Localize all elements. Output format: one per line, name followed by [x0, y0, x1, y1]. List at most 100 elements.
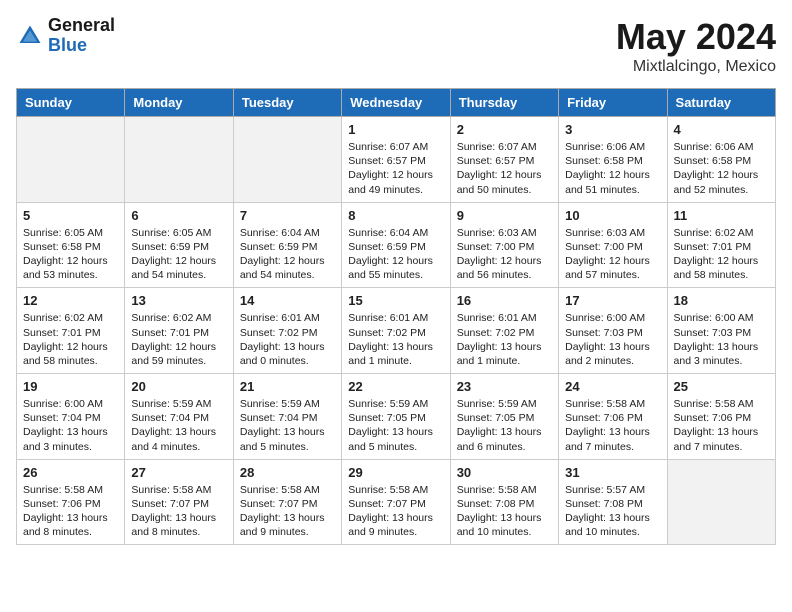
calendar-cell: 1Sunrise: 6:07 AM Sunset: 6:57 PM Daylig… [342, 117, 450, 203]
cell-info: Sunrise: 6:03 AM Sunset: 7:00 PM Dayligh… [565, 226, 660, 283]
cell-info: Sunrise: 6:06 AM Sunset: 6:58 PM Dayligh… [565, 140, 660, 197]
day-number: 31 [565, 465, 660, 480]
calendar-cell: 12Sunrise: 6:02 AM Sunset: 7:01 PM Dayli… [17, 288, 125, 374]
day-number: 5 [23, 208, 118, 223]
day-number: 9 [457, 208, 552, 223]
day-number: 8 [348, 208, 443, 223]
day-number: 2 [457, 122, 552, 137]
cell-info: Sunrise: 6:01 AM Sunset: 7:02 PM Dayligh… [457, 311, 552, 368]
calendar-week-row: 26 Sunrise: 5:58 AM Sunset: 7:06 PM Dayli… [17, 459, 776, 545]
logo-blue: Blue [48, 36, 115, 56]
cell-info: Sunrise: 6:02 AM Sunset: 7:01 PM Dayligh… [23, 311, 118, 368]
calendar-cell: 17 Sunrise: 6:00 AM Sunset: 7:03 PM Dayli… [559, 288, 667, 374]
day-number: 13 [131, 293, 226, 308]
cell-info: Sunrise: 6:07 AM Sunset: 6:57 PM Dayligh… [348, 140, 443, 197]
cell-info: Sunrise: 6:01 AM Sunset: 7:02 PM Dayligh… [240, 311, 335, 368]
day-number: 16 [457, 293, 552, 308]
cell-info: Sunrise: 6:00 AM Sunset: 7:03 PM Dayligh… [674, 311, 769, 368]
cell-info: Sunrise: 5:58 AM Sunset: 7:06 PM Dayligh… [23, 483, 118, 540]
calendar-week-row: 19 Sunrise: 6:00 AM Sunset: 7:04 PM Dayli… [17, 374, 776, 460]
cell-info: Sunrise: 5:58 AM Sunset: 7:07 PM Dayligh… [240, 483, 335, 540]
calendar-cell: 11Sunrise: 6:02 AM Sunset: 7:01 PM Dayli… [667, 202, 775, 288]
day-number: 17 [565, 293, 660, 308]
logo: General Blue [16, 16, 115, 56]
cell-info: Sunrise: 6:01 AM Sunset: 7:02 PM Dayligh… [348, 311, 443, 368]
calendar-cell: 20 Sunrise: 5:59 AM Sunset: 7:04 PM Dayli… [125, 374, 233, 460]
calendar-cell: 8 Sunrise: 6:04 AM Sunset: 6:59 PM Daylig… [342, 202, 450, 288]
cell-info: Sunrise: 6:04 AM Sunset: 6:59 PM Dayligh… [240, 226, 335, 283]
calendar-header-row: SundayMondayTuesdayWednesdayThursdayFrid… [17, 89, 776, 117]
calendar-cell: 31 Sunrise: 5:57 AM Sunset: 7:08 PM Dayli… [559, 459, 667, 545]
cell-info: Sunrise: 5:59 AM Sunset: 7:05 PM Dayligh… [457, 397, 552, 454]
calendar-week-row: 1Sunrise: 6:07 AM Sunset: 6:57 PM Daylig… [17, 117, 776, 203]
day-number: 27 [131, 465, 226, 480]
calendar-cell: 29Sunrise: 5:58 AM Sunset: 7:07 PM Dayli… [342, 459, 450, 545]
cell-info: Sunrise: 6:05 AM Sunset: 6:58 PM Dayligh… [23, 226, 118, 283]
weekday-header: Sunday [17, 89, 125, 117]
calendar-cell: 27 Sunrise: 5:58 AM Sunset: 7:07 PM Dayli… [125, 459, 233, 545]
day-number: 24 [565, 379, 660, 394]
calendar-cell [233, 117, 341, 203]
cell-info: Sunrise: 5:59 AM Sunset: 7:05 PM Dayligh… [348, 397, 443, 454]
day-number: 28 [240, 465, 335, 480]
cell-info: Sunrise: 6:00 AM Sunset: 7:03 PM Dayligh… [565, 311, 660, 368]
calendar-cell [667, 459, 775, 545]
day-number: 7 [240, 208, 335, 223]
calendar-cell: 18 Sunrise: 6:00 AM Sunset: 7:03 PM Dayli… [667, 288, 775, 374]
weekday-header: Saturday [667, 89, 775, 117]
calendar-cell: 21 Sunrise: 5:59 AM Sunset: 7:04 PM Dayli… [233, 374, 341, 460]
cell-info: Sunrise: 5:59 AM Sunset: 7:04 PM Dayligh… [240, 397, 335, 454]
location: Mixtlalcingo, Mexico [616, 58, 776, 76]
day-number: 21 [240, 379, 335, 394]
calendar-cell: 19 Sunrise: 6:00 AM Sunset: 7:04 PM Dayli… [17, 374, 125, 460]
day-number: 3 [565, 122, 660, 137]
month-year: May 2024 [616, 16, 776, 58]
weekday-header: Monday [125, 89, 233, 117]
cell-info: Sunrise: 5:58 AM Sunset: 7:06 PM Dayligh… [565, 397, 660, 454]
calendar-cell: 13Sunrise: 6:02 AM Sunset: 7:01 PM Dayli… [125, 288, 233, 374]
calendar-week-row: 5 Sunrise: 6:05 AM Sunset: 6:58 PM Daylig… [17, 202, 776, 288]
day-number: 30 [457, 465, 552, 480]
calendar-cell: 28 Sunrise: 5:58 AM Sunset: 7:07 PM Dayli… [233, 459, 341, 545]
calendar-cell: 15 Sunrise: 6:01 AM Sunset: 7:02 PM Dayli… [342, 288, 450, 374]
calendar-cell: 4 Sunrise: 6:06 AM Sunset: 6:58 PM Daylig… [667, 117, 775, 203]
day-number: 10 [565, 208, 660, 223]
calendar-cell: 7 Sunrise: 6:04 AM Sunset: 6:59 PM Daylig… [233, 202, 341, 288]
day-number: 19 [23, 379, 118, 394]
calendar-cell: 9Sunrise: 6:03 AM Sunset: 7:00 PM Daylig… [450, 202, 558, 288]
calendar-cell: 25 Sunrise: 5:58 AM Sunset: 7:06 PM Dayli… [667, 374, 775, 460]
logo-icon [16, 22, 44, 50]
cell-info: Sunrise: 5:57 AM Sunset: 7:08 PM Dayligh… [565, 483, 660, 540]
calendar-week-row: 12Sunrise: 6:02 AM Sunset: 7:01 PM Dayli… [17, 288, 776, 374]
calendar-cell: 23 Sunrise: 5:59 AM Sunset: 7:05 PM Dayli… [450, 374, 558, 460]
cell-info: Sunrise: 5:58 AM Sunset: 7:07 PM Dayligh… [131, 483, 226, 540]
day-number: 14 [240, 293, 335, 308]
calendar-cell: 26 Sunrise: 5:58 AM Sunset: 7:06 PM Dayli… [17, 459, 125, 545]
cell-info: Sunrise: 6:06 AM Sunset: 6:58 PM Dayligh… [674, 140, 769, 197]
day-number: 15 [348, 293, 443, 308]
day-number: 26 [23, 465, 118, 480]
day-number: 23 [457, 379, 552, 394]
calendar-cell [125, 117, 233, 203]
cell-info: Sunrise: 6:00 AM Sunset: 7:04 PM Dayligh… [23, 397, 118, 454]
day-number: 29 [348, 465, 443, 480]
calendar-cell: 2 Sunrise: 6:07 AM Sunset: 6:57 PM Daylig… [450, 117, 558, 203]
calendar-cell: 16 Sunrise: 6:01 AM Sunset: 7:02 PM Dayli… [450, 288, 558, 374]
day-number: 25 [674, 379, 769, 394]
calendar-cell: 10 Sunrise: 6:03 AM Sunset: 7:00 PM Dayli… [559, 202, 667, 288]
logo-general: General [48, 16, 115, 36]
cell-info: Sunrise: 5:59 AM Sunset: 7:04 PM Dayligh… [131, 397, 226, 454]
cell-info: Sunrise: 6:04 AM Sunset: 6:59 PM Dayligh… [348, 226, 443, 283]
weekday-header: Tuesday [233, 89, 341, 117]
day-number: 18 [674, 293, 769, 308]
calendar-cell: 6Sunrise: 6:05 AM Sunset: 6:59 PM Daylig… [125, 202, 233, 288]
calendar-cell: 14 Sunrise: 6:01 AM Sunset: 7:02 PM Dayli… [233, 288, 341, 374]
page-header: General Blue May 2024 Mixtlalcingo, Mexi… [16, 16, 776, 76]
calendar-cell: 5 Sunrise: 6:05 AM Sunset: 6:58 PM Daylig… [17, 202, 125, 288]
cell-info: Sunrise: 6:07 AM Sunset: 6:57 PM Dayligh… [457, 140, 552, 197]
day-number: 20 [131, 379, 226, 394]
day-number: 22 [348, 379, 443, 394]
day-number: 4 [674, 122, 769, 137]
cell-info: Sunrise: 5:58 AM Sunset: 7:06 PM Dayligh… [674, 397, 769, 454]
day-number: 6 [131, 208, 226, 223]
